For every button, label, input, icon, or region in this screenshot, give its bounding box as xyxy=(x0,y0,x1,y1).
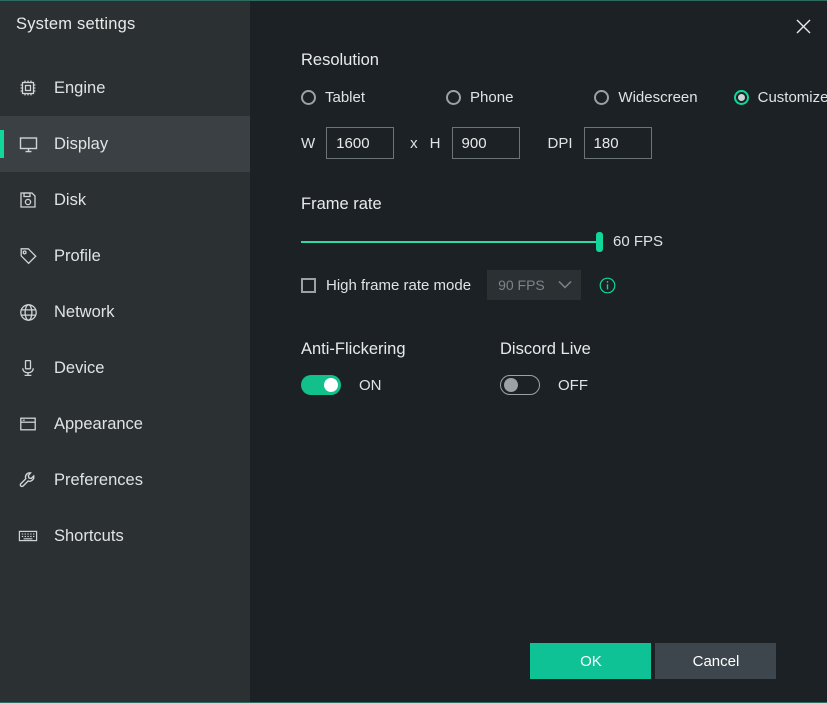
sidebar-item-network[interactable]: Network xyxy=(0,284,250,340)
high-frame-rate-select[interactable]: 90 FPS xyxy=(487,270,582,300)
keyboard-icon xyxy=(16,524,40,548)
sidebar-item-engine[interactable]: Engine xyxy=(0,60,250,116)
window-icon xyxy=(16,412,40,436)
system-settings-dialog: System settings Engine Display Disk Prof… xyxy=(0,0,827,703)
globe-icon xyxy=(16,300,40,324)
resolution-inputs: W x H DPI xyxy=(301,127,827,159)
dpi-input[interactable] xyxy=(583,127,652,159)
sidebar-item-preferences[interactable]: Preferences xyxy=(0,452,250,508)
radio-option-customize[interactable]: Customize xyxy=(733,89,827,106)
ok-button[interactable]: OK xyxy=(530,643,652,679)
sidebar-item-appearance[interactable]: Appearance xyxy=(0,396,250,452)
microphone-icon xyxy=(16,356,40,380)
sidebar-item-disk[interactable]: Disk xyxy=(0,172,250,228)
sidebar-item-label: Device xyxy=(54,358,105,377)
sidebar-item-label: Shortcuts xyxy=(54,526,124,545)
sidebar-item-label: Preferences xyxy=(54,470,143,489)
wrench-icon xyxy=(16,468,40,492)
sidebar-item-shortcuts[interactable]: Shortcuts xyxy=(0,508,250,564)
info-icon[interactable] xyxy=(599,277,616,294)
high-frame-rate-label: High frame rate mode xyxy=(326,276,472,294)
frame-rate-value: 60 FPS xyxy=(613,233,664,250)
dpi-label: DPI xyxy=(547,134,573,152)
sidebar-item-label: Engine xyxy=(54,78,106,97)
sidebar-item-display[interactable]: Display xyxy=(0,116,250,172)
radio-circle-icon xyxy=(733,90,749,105)
frame-rate-section-title: Frame rate xyxy=(301,195,382,213)
width-input[interactable] xyxy=(326,127,395,159)
frame-rate-slider[interactable] xyxy=(301,231,603,252)
dimension-separator: x xyxy=(410,134,418,152)
cpu-chip-icon xyxy=(16,76,40,100)
monitor-icon xyxy=(16,132,40,156)
radio-label: Tablet xyxy=(325,89,366,106)
resolution-section-title: Resolution xyxy=(301,51,379,69)
high-frame-rate-select-value: 90 FPS xyxy=(498,277,545,293)
radio-option-phone[interactable]: Phone xyxy=(446,89,513,106)
anti-flickering-toggle[interactable] xyxy=(301,375,341,395)
high-frame-rate-checkbox[interactable] xyxy=(301,277,316,293)
close-icon[interactable] xyxy=(786,9,820,43)
toggle-titles-row: Anti-Flickering Discord Live xyxy=(301,340,827,359)
radio-option-tablet[interactable]: Tablet xyxy=(301,89,365,106)
radio-label: Customize xyxy=(757,89,827,106)
sidebar-item-label: Disk xyxy=(54,190,87,209)
discord-live-group: OFF xyxy=(500,375,588,395)
page-title: System settings xyxy=(16,15,136,33)
width-label: W xyxy=(301,134,316,152)
height-input[interactable] xyxy=(451,127,520,159)
radio-circle-icon xyxy=(301,90,316,105)
sidebar-item-profile[interactable]: Profile xyxy=(0,228,250,284)
anti-flickering-title: Anti-Flickering xyxy=(301,340,406,358)
sidebar-item-label: Network xyxy=(54,302,115,321)
radio-option-widescreen[interactable]: Widescreen xyxy=(594,89,698,106)
main-panel: Resolution Tablet Phone Widescreen Custo… xyxy=(250,1,827,702)
discord-live-title: Discord Live xyxy=(500,340,591,358)
sidebar: System settings Engine Display Disk Prof… xyxy=(0,1,250,702)
toggle-controls-row: ON OFF xyxy=(301,375,827,395)
radio-circle-icon xyxy=(446,90,462,105)
anti-flickering-state: ON xyxy=(359,376,382,394)
radio-label: Phone xyxy=(470,89,514,106)
dialog-footer: OK Cancel xyxy=(250,643,827,679)
tag-icon xyxy=(16,244,40,268)
frame-rate-slider-row: 60 FPS xyxy=(301,231,827,252)
height-label: H xyxy=(429,134,441,152)
high-frame-rate-row: High frame rate mode 90 FPS xyxy=(301,270,827,300)
anti-flickering-group: ON xyxy=(301,375,500,395)
sidebar-item-label: Profile xyxy=(54,246,101,265)
radio-circle-icon xyxy=(594,90,610,105)
settings-content: Resolution Tablet Phone Widescreen Custo… xyxy=(250,1,827,395)
toggle-knob xyxy=(324,378,338,392)
radio-label: Widescreen xyxy=(618,89,698,106)
sidebar-nav: Engine Display Disk Profile Network Devi… xyxy=(0,60,250,564)
slider-thumb[interactable] xyxy=(596,231,603,252)
chevron-down-icon xyxy=(558,276,572,294)
sidebar-item-device[interactable]: Device xyxy=(0,340,250,396)
resolution-radio-group: Tablet Phone Widescreen Customize xyxy=(301,89,827,106)
sidebar-item-label: Appearance xyxy=(54,414,143,433)
cancel-button[interactable]: Cancel xyxy=(655,643,777,679)
discord-live-toggle[interactable] xyxy=(500,375,540,395)
floppy-disk-icon xyxy=(16,188,40,212)
discord-live-state: OFF xyxy=(558,376,588,394)
sidebar-item-label: Display xyxy=(54,134,109,153)
toggle-knob xyxy=(504,377,518,392)
